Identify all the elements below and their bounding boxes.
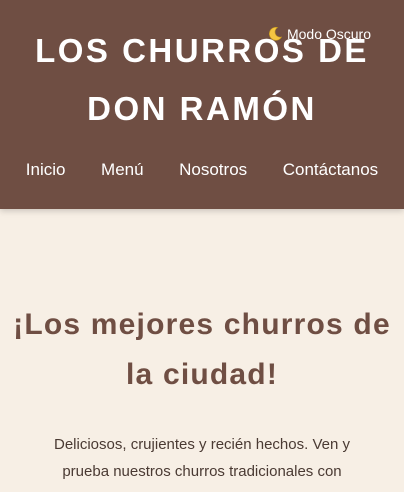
nav-item-nosotros[interactable]: Nosotros <box>179 160 247 180</box>
hero-text: Deliciosos, crujientes y recién hechos. … <box>54 436 350 480</box>
dark-mode-toggle[interactable]: Modo Oscuro <box>267 26 371 42</box>
moon-icon <box>269 27 283 41</box>
site-header: LOS CHURROS DE DON RAMÓN Modo Oscuro Ini… <box>0 0 404 209</box>
dark-mode-label: Modo Oscuro <box>286 26 371 42</box>
hero-title: ¡Los mejores churros de la ciudad! <box>13 308 391 391</box>
nav-item-menu[interactable]: Menú <box>101 160 144 180</box>
nav-item-contactanos[interactable]: Contáctanos <box>283 160 378 180</box>
main-nav: Inicio Menú Nosotros Contáctanos <box>0 160 404 180</box>
nav-item-inicio[interactable]: Inicio <box>26 160 66 180</box>
